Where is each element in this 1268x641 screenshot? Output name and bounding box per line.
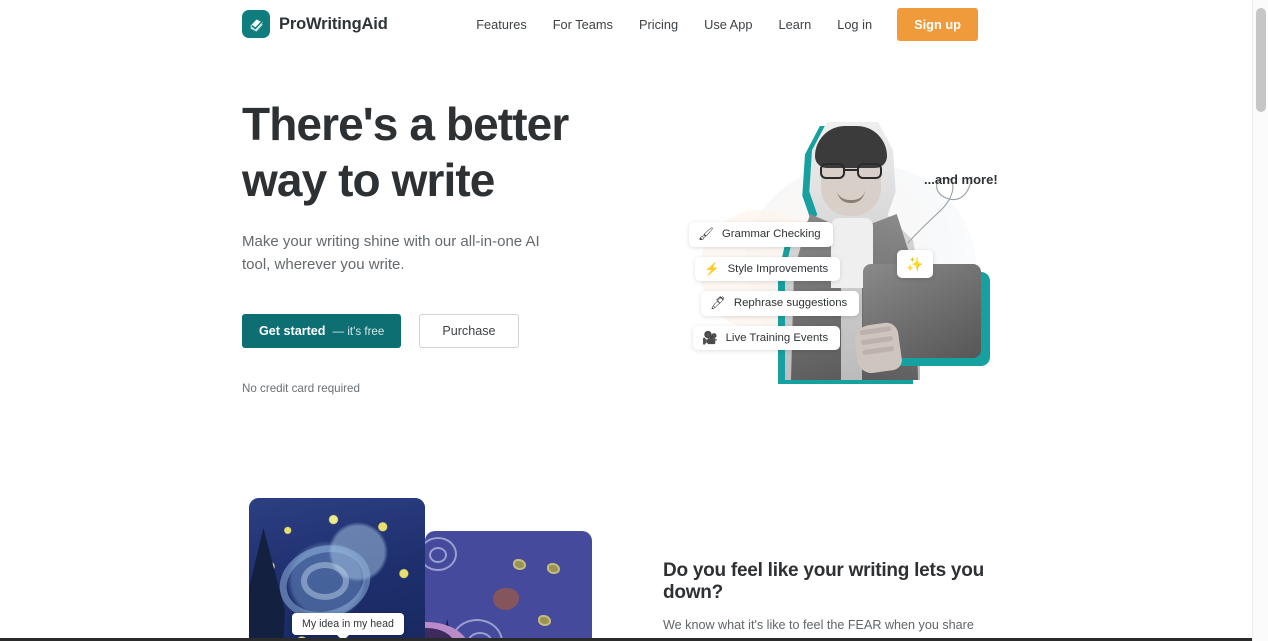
magic-wand-icon: 🖊 [710,296,726,310]
get-started-label: Get started [259,324,326,338]
feature-chip-grammar-checking[interactable]: 🖌 Grammar Checking [689,222,833,247]
star-doodle [513,559,526,570]
site-header: ProWritingAid Features For Teams Pricing… [0,0,1252,48]
video-camera-icon: 🎥 [702,330,718,345]
feature-chip-style-improvements[interactable]: ⚡ Style Improvements [695,256,841,281]
paintbrush-icon: 🖌 [698,227,714,241]
sign-up-button[interactable]: Sign up [897,7,978,41]
page-root: ProWritingAid Features For Teams Pricing… [0,0,1268,641]
spiral-doodle [429,547,447,563]
person-hair [815,126,887,168]
lower-section-copy: Do you feel like your writing lets you d… [663,560,1013,641]
nav-item-learn[interactable]: Learn [765,11,824,38]
and-more-label: ...and more! [924,172,998,187]
lower-section-title: Do you feel like your writing lets you d… [663,560,984,603]
feature-chip-label: Style Improvements [727,262,829,275]
feature-chip-live-training-events[interactable]: 🎥 Live Training Events [693,325,841,350]
feature-chip-rephrase-suggestions[interactable]: 🖊 Rephrase suggestions [701,291,860,316]
feature-chip-label: Rephrase suggestions [733,297,848,310]
purchase-button[interactable]: Purchase [419,314,519,348]
vertical-scrollbar[interactable] [1252,0,1268,641]
brand-name: ProWritingAid [279,14,388,33]
nav-item-features[interactable]: Features [463,11,540,38]
prowritingaid-logo-icon [242,10,270,38]
page-title: There's a better way to write [242,96,642,208]
hero-title-line-1: There's a better [242,98,569,150]
main-navigation: Features For Teams Pricing Use App Learn… [463,0,978,48]
hero-illustration: 🖌 Grammar Checking ⚡ Style Improvements … [660,112,1020,384]
childlike-drawing-panel [425,531,592,641]
person-hand [852,321,904,375]
feature-chip-label: Grammar Checking [721,228,821,241]
lightning-bolt-icon: ⚡ [704,261,720,276]
moon-doodle [493,588,519,610]
feature-chip-list: 🖌 Grammar Checking ⚡ Style Improvements … [689,222,860,360]
brand-logo-link[interactable]: ProWritingAid [242,10,388,38]
star-doodle [538,615,551,626]
get-started-free-note: — it's free [332,324,385,338]
glasses-icon [820,163,882,179]
get-started-button[interactable]: Get started — it's free [242,314,402,348]
nav-item-log-in[interactable]: Log in [824,11,885,38]
star-doodle [547,563,560,574]
no-credit-card-note: No credit card required [242,382,360,395]
idea-caption-bubble: My idea in my head [292,613,404,641]
hero-cta-row: Get started — it's free Purchase [242,314,642,348]
hero-subtitle: Make your writing shine with our all-in-… [242,233,540,273]
hero-copy: There's a better way to write Make your … [242,96,642,395]
hero-title-line-2: way to write [242,154,495,206]
nav-item-for-teams[interactable]: For Teams [540,11,626,38]
nav-item-pricing[interactable]: Pricing [626,11,691,38]
scrollbar-thumb[interactable] [1256,8,1266,112]
painting-swirl-inner [301,562,349,600]
nav-item-use-app[interactable]: Use App [691,11,765,38]
feature-chip-label: Live Training Events [725,331,829,344]
